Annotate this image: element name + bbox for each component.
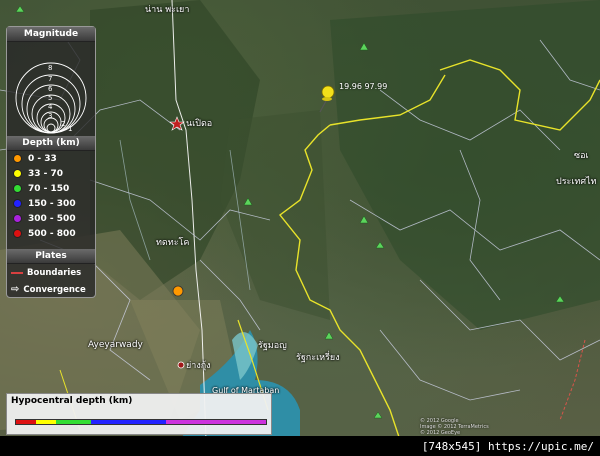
volcano-marker <box>359 215 369 224</box>
depth-dot-icon <box>13 214 22 223</box>
map-label-right: ประเทศไท <box>556 177 597 187</box>
depth-dot-icon <box>13 169 22 178</box>
depth-label: 0 - 33 <box>28 153 57 164</box>
city-dot-icon <box>177 361 185 369</box>
map-copyright: © 2012 Google Image © 2012 TerraMetrics … <box>420 418 489 436</box>
volcano-marker <box>243 197 253 206</box>
volcano-marker <box>373 411 383 419</box>
map-label-right: ซอเ <box>574 151 589 161</box>
plates-heading: Plates <box>7 249 95 264</box>
depth-dot-icon <box>13 199 22 208</box>
depth-legend-row: 150 - 300 <box>7 196 95 211</box>
legend-panel: Magnitude 8 7 6 5 4 3 2 1 Depth (km) 0 -… <box>6 26 96 298</box>
capital-star-icon <box>169 116 185 131</box>
magnitude-value: 4 <box>48 103 53 111</box>
magnitude-value: 8 <box>48 64 53 72</box>
volcano-marker <box>324 331 334 340</box>
map-label-top-city: น่าน พะเยา <box>145 5 190 15</box>
depth-legend-row: 33 - 70 <box>7 166 95 181</box>
depth-legend-row: 0 - 33 <box>7 151 95 166</box>
map-label-region: รัฐกะเหรี่ยง <box>296 353 340 363</box>
footer-text[interactable]: [748x545] https://upic.me/ <box>422 440 594 453</box>
magnitude-value: 3 <box>48 112 53 120</box>
depth-dot-icon <box>13 154 22 163</box>
map-label-region: Ayeyarwady <box>88 340 143 350</box>
magnitude-value: 1 <box>68 125 73 133</box>
map-label-city: ทดทะโค <box>156 238 190 248</box>
magnitude-value: 6 <box>48 85 53 93</box>
legend-convergence: ⇨ Convergence <box>7 281 95 298</box>
depth-scale <box>15 419 267 425</box>
pushpin-label: 19.96 97.99 <box>339 82 388 91</box>
magnitude-scale: 8 7 6 5 4 3 2 1 <box>7 42 95 136</box>
map-label-region: รัฐมอญ <box>258 341 287 351</box>
depth-label: 300 - 500 <box>28 213 76 224</box>
depth-label: 150 - 300 <box>28 198 76 209</box>
footer-bar: [748x545] https://upic.me/ <box>0 436 600 456</box>
depth-legend-row: 500 - 800 <box>7 226 95 241</box>
depth-color-bar: Hypocentral depth (km) <box>6 393 272 435</box>
depth-label: 70 - 150 <box>28 183 70 194</box>
map-label-city: นเปิดอ <box>186 119 213 129</box>
depth-label: 500 - 800 <box>28 228 76 239</box>
boundaries-label: Boundaries <box>27 267 82 278</box>
depth-bar-title: Hypocentral depth (km) <box>11 396 133 406</box>
map-label-city: ย่างกุ้ง <box>186 361 211 371</box>
depth-legend-row: 300 - 500 <box>7 211 95 226</box>
depth-list: 0 - 33 33 - 70 70 - 150 150 - 300 300 - 500 5… <box>7 151 95 241</box>
depth-heading: Depth (km) <box>7 136 95 151</box>
magnitude-heading: Magnitude <box>7 27 95 42</box>
volcano-marker <box>359 42 369 51</box>
convergence-label: Convergence <box>23 284 86 295</box>
volcano-marker <box>15 5 25 13</box>
pushpin-icon <box>319 85 335 113</box>
magnitude-value: 7 <box>48 75 53 83</box>
earthquake-marker <box>172 285 184 297</box>
boundary-line-icon <box>11 271 23 274</box>
depth-legend-row: 70 - 150 <box>7 181 95 196</box>
arrow-right-icon: ⇨ <box>11 284 20 295</box>
volcano-marker <box>375 241 385 249</box>
volcano-marker <box>555 295 565 303</box>
legend-boundaries: Boundaries <box>7 264 95 281</box>
depth-dot-icon <box>13 184 22 193</box>
magnitude-value: 2 <box>61 120 66 128</box>
depth-dot-icon <box>13 229 22 238</box>
map-view[interactable]: น่าน พะเยา นเปิดอ ทดทะโค ย่างกุ้ง Ayeyar… <box>0 0 600 456</box>
magnitude-value: 5 <box>48 94 53 102</box>
depth-label: 33 - 70 <box>28 168 64 179</box>
